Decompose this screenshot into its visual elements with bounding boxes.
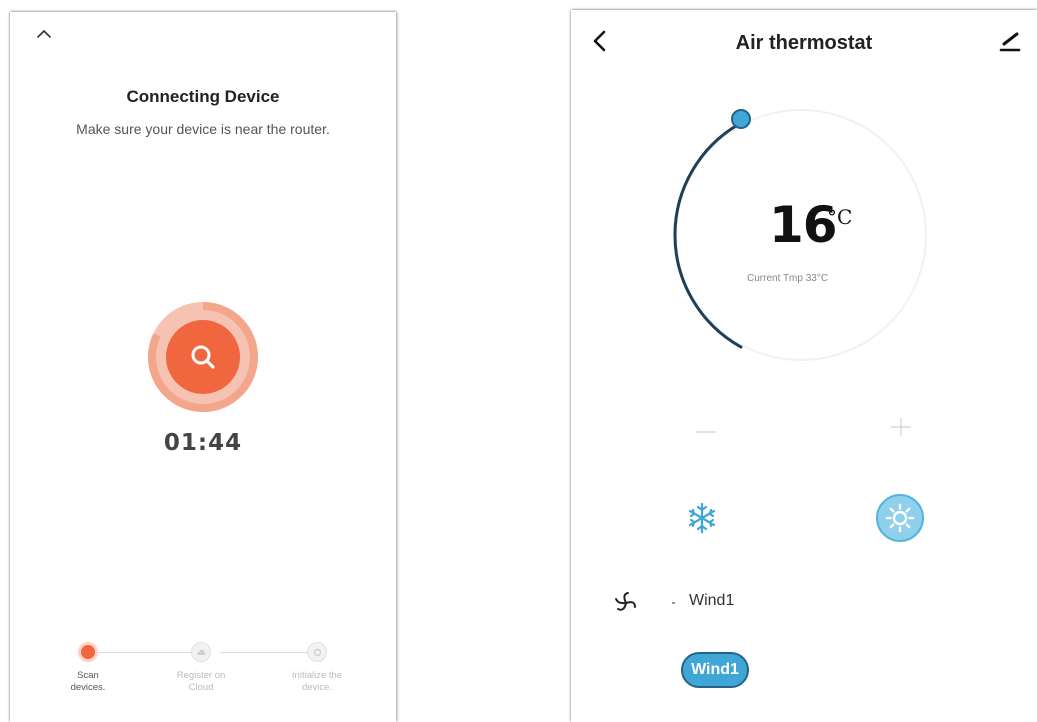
scan-button[interactable] xyxy=(166,320,240,394)
fan-icon xyxy=(615,592,636,611)
page-title: Air thermostat xyxy=(735,32,873,54)
chevron-up-icon[interactable] xyxy=(36,28,52,40)
step-initialize-indicator xyxy=(307,642,327,662)
page-subtitle: Make sure your device is near the router… xyxy=(76,121,330,137)
step-scan-label: Scan devices. xyxy=(70,670,106,693)
step-initialize-label: Initialize the device. xyxy=(291,670,343,693)
step-connector xyxy=(220,652,318,653)
step-register-label: Register on Cloud xyxy=(176,670,226,693)
gear-icon xyxy=(313,648,321,656)
wind-speed-button[interactable]: Wind1 xyxy=(681,652,749,688)
wind-separator xyxy=(672,602,675,604)
pencil-icon[interactable] xyxy=(997,26,1023,54)
sun-icon xyxy=(885,503,915,533)
cloud-icon xyxy=(196,649,205,655)
step-scan-indicator xyxy=(78,642,98,662)
page-title: Connecting Device xyxy=(126,87,280,106)
temperature-unit: °C xyxy=(827,205,853,229)
heat-mode-button[interactable] xyxy=(876,494,924,542)
temperature-dial-handle[interactable] xyxy=(731,109,751,129)
search-icon xyxy=(191,345,215,369)
snowflake-icon[interactable] xyxy=(685,501,719,535)
connecting-device-screen: Connecting Device Make sure your device … xyxy=(10,12,396,722)
minus-icon[interactable] xyxy=(695,424,717,438)
wind-speed-label: Wind1 xyxy=(689,592,735,609)
step-register-indicator xyxy=(191,642,211,662)
countdown-timer: 01:44 xyxy=(163,430,243,456)
air-thermostat-screen: Air thermostat 16 °C Current Tmp 33°C Wi… xyxy=(571,10,1037,722)
current-temperature: Current Tmp 33°C xyxy=(747,273,829,284)
plus-icon[interactable] xyxy=(889,415,913,439)
step-connector xyxy=(98,652,200,653)
